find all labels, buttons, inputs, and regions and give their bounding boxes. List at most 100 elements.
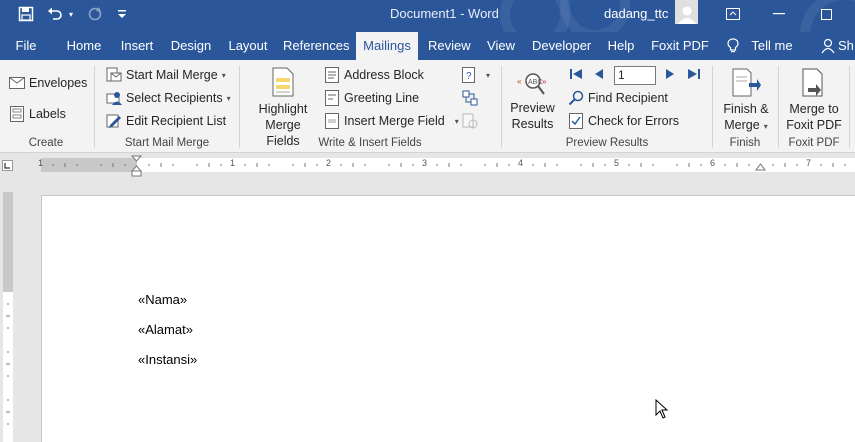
tab-help[interactable]: Help [605, 32, 637, 60]
tab-layout[interactable]: Layout [225, 32, 271, 60]
undo-dropdown-icon[interactable]: ▾ [66, 0, 76, 28]
tab-review[interactable]: Review [428, 32, 471, 60]
insert-merge-field-button[interactable]: Insert Merge Field ▾ [324, 113, 459, 129]
rules-button[interactable]: ? ▾ [462, 67, 490, 83]
lightbulb-icon[interactable] [726, 32, 740, 60]
chevron-down-icon: ▾ [454, 116, 459, 126]
check-for-errors-label: Check for Errors [588, 114, 679, 128]
previous-record-button[interactable] [594, 68, 604, 80]
finish-label-line2: Merge [724, 118, 760, 132]
address-block-button[interactable]: Address Block [324, 67, 424, 83]
chevron-down-icon: ▾ [763, 122, 768, 131]
tab-file[interactable]: File [8, 32, 44, 60]
tab-share[interactable]: Sh [838, 32, 855, 60]
check-for-errors-button[interactable]: Check for Errors [568, 113, 679, 129]
foxit-merge-label-line2: Foxit PDF [786, 118, 842, 132]
tab-mailings[interactable]: Mailings [356, 32, 418, 60]
ruler-number: 4 [518, 158, 524, 168]
start-mail-merge-label: Start Mail Merge [126, 68, 218, 82]
ruler-number: 1 [38, 158, 44, 168]
find-icon [568, 90, 584, 106]
find-recipient-button[interactable]: Find Recipient [568, 90, 668, 106]
vertical-ruler[interactable] [3, 192, 13, 442]
highlight-label-line1: Highlight [258, 102, 308, 116]
first-record-icon [570, 69, 582, 79]
check-errors-icon [568, 113, 584, 129]
edit-list-icon [106, 113, 122, 129]
merge-to-foxit-pdf-button[interactable]: Merge to Foxit PDF [782, 68, 846, 133]
next-record-button[interactable] [665, 68, 675, 80]
document-title: Document1 - Word [390, 6, 499, 21]
svg-text:?: ? [466, 71, 472, 82]
find-recipient-label: Find Recipient [588, 91, 668, 105]
envelopes-button[interactable]: Envelopes [9, 75, 87, 91]
insert-field-icon [324, 113, 340, 129]
ruler-number: 3 [422, 158, 428, 168]
tab-foxit-pdf[interactable]: Foxit PDF [651, 32, 709, 60]
update-labels-button[interactable] [462, 113, 482, 129]
last-record-icon [688, 69, 700, 79]
group-separator [778, 66, 779, 148]
group-label-foxit-pdf: Foxit PDF [788, 137, 840, 149]
redo-icon[interactable] [85, 0, 105, 28]
customize-qat-icon[interactable] [115, 0, 129, 28]
first-record-button[interactable] [569, 68, 583, 80]
start-mail-merge-button[interactable]: Start Mail Merge ▾ [106, 67, 226, 83]
maximize-icon[interactable] [818, 0, 834, 28]
match-fields-button[interactable] [462, 90, 482, 106]
undo-icon[interactable] [45, 0, 65, 28]
chevron-down-icon: ▾ [221, 70, 226, 80]
labels-button[interactable]: Labels [9, 106, 66, 122]
tab-references[interactable]: References [283, 32, 349, 60]
rules-icon: ? [462, 67, 478, 83]
document-page[interactable]: «Nama» «Alamat» «Instansi» [41, 195, 855, 442]
recipients-icon [106, 90, 122, 106]
tab-insert[interactable]: Insert [117, 32, 157, 60]
tab-home[interactable]: Home [62, 32, 106, 60]
greeting-line-button[interactable]: Greeting Line [324, 90, 419, 106]
group-separator [849, 66, 850, 148]
group-label-create: Create [28, 137, 64, 149]
minimize-icon[interactable] [771, 0, 787, 28]
greeting-line-label: Greeting Line [344, 91, 420, 105]
select-recipients-button[interactable]: Select Recipients ▾ [106, 90, 231, 106]
group-separator [501, 66, 502, 148]
go-to-record-input[interactable]: 1 [614, 66, 656, 85]
horizontal-ruler-area: 1 1 2 3 4 5 6 7 [0, 153, 855, 177]
tab-view[interactable]: View [484, 32, 518, 60]
next-record-icon [666, 69, 674, 79]
tab-developer[interactable]: Developer [532, 32, 591, 60]
user-name[interactable]: dadang_ttc [604, 6, 668, 21]
ribbon-tabs: File Home Insert Design Layout Reference… [0, 32, 855, 60]
horizontal-ruler[interactable]: 1 1 2 3 4 5 6 7 [38, 158, 855, 172]
merge-field-instansi[interactable]: «Instansi» [138, 352, 197, 367]
ribbon-display-options-icon[interactable] [724, 0, 742, 28]
merge-field-alamat[interactable]: «Alamat» [138, 322, 193, 337]
ruler-ticks [52, 163, 846, 167]
previous-record-icon [595, 69, 603, 79]
merge-field-nama[interactable]: «Nama» [138, 292, 187, 307]
avatar[interactable] [675, 0, 698, 24]
indent-markers-icon[interactable] [131, 155, 142, 177]
tab-selector-icon[interactable] [2, 160, 13, 171]
tell-me-search[interactable]: Tell me [750, 32, 794, 60]
tab-design[interactable]: Design [168, 32, 214, 60]
right-indent-marker-icon[interactable] [755, 163, 766, 171]
edit-recipient-list-label: Edit Recipient List [126, 114, 227, 128]
chevron-down-icon: ▾ [486, 70, 491, 80]
group-separator [94, 66, 95, 148]
foxit-merge-icon [782, 68, 846, 101]
mail-merge-icon [106, 67, 122, 83]
group-separator [712, 66, 713, 148]
foxit-merge-label-line1: Merge to [789, 102, 839, 116]
save-icon[interactable] [16, 0, 36, 28]
preview-label-line2: Results [511, 117, 554, 131]
finish-merge-button[interactable]: Finish & Merge ▾ [718, 68, 774, 135]
preview-results-button[interactable]: « ABC» Preview Results [505, 70, 560, 132]
match-fields-icon [462, 90, 478, 106]
group-label-preview-results: Preview Results [565, 137, 649, 149]
share-icon[interactable] [820, 32, 836, 60]
edit-recipient-list-button[interactable]: Edit Recipient List [106, 113, 226, 129]
group-label-write-insert: Write & Insert Fields [318, 137, 422, 149]
last-record-button[interactable] [687, 68, 701, 80]
